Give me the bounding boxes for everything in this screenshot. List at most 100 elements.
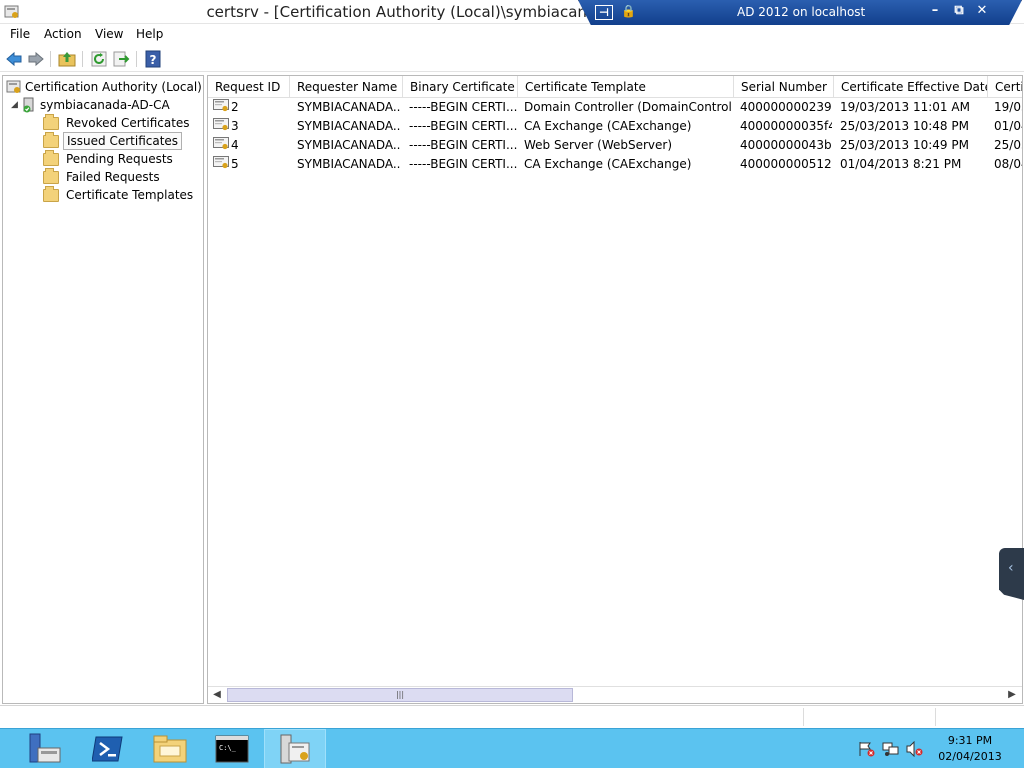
column-certificate-template[interactable]: Certificate Template [518,76,734,97]
horizontal-scrollbar[interactable]: ◀ ||| ▶ [208,686,1022,703]
column-request-id[interactable]: Request ID [208,76,290,97]
refresh-icon[interactable] [89,49,109,69]
tree-item-label: Revoked Certificates [66,116,190,130]
column-certificate-expiration[interactable]: Certif [988,76,1022,97]
cell-request-id: 3 [231,119,239,133]
taskbar-command-prompt[interactable]: C:\_ [202,729,264,768]
pin-icon[interactable]: ⊣ [595,5,613,20]
cell-expiration-date: 19/03 [994,100,1022,114]
tree-item-certificate-templates[interactable]: Certificate Templates [43,185,196,204]
remote-session-title: AD 2012 on localhost [737,5,866,19]
certificate-icon [213,99,229,112]
close-icon[interactable]: ✕ [974,3,990,18]
tree-item-label: Issued Certificates [63,132,183,150]
tree-root-certification-authority[interactable]: Certification Authority (Local) [6,78,202,96]
cell-binary-certificate: -----BEGIN CERTI... [409,100,517,114]
command-prompt-icon: C:\_ [215,735,249,763]
cell-effective-date: 25/03/2013 10:49 PM [840,138,969,152]
clock-time: 9:31 PM [947,734,993,747]
table-row[interactable]: 4 SYMBIACANADA... -----BEGIN CERTI... We… [208,136,1022,155]
table-row[interactable]: 5 SYMBIACANADA... -----BEGIN CERTI... CA… [208,155,1022,174]
back-arrow-icon[interactable] [4,49,24,69]
results-list: Request ID Requester Name Binary Certifi… [207,75,1023,704]
scroll-right-arrow-icon[interactable]: ▶ [1004,688,1020,702]
network-icon[interactable] [882,741,900,757]
status-separator [803,708,804,726]
certificate-icon [213,137,229,150]
scrollbar-thumb[interactable]: ||| [227,688,573,702]
cell-binary-certificate: -----BEGIN CERTI... [409,157,517,171]
taskbar-powershell[interactable] [78,729,140,768]
certsrv-taskbar-icon [280,734,310,764]
up-folder-icon[interactable] [57,49,77,69]
menu-bar: File Action View Help [0,25,1024,45]
cell-requester-name: SYMBIACANADA... [297,138,401,152]
column-effective-date[interactable]: Certificate Effective Date [834,76,988,97]
side-panel-tab[interactable]: ‹ [999,548,1024,600]
toolbar-separator [82,51,83,67]
menu-file[interactable]: File [10,27,30,41]
forward-arrow-icon[interactable] [26,49,46,69]
cell-expiration-date: 25/03 [994,138,1022,152]
tree-item-label: Failed Requests [66,170,160,184]
cell-expiration-date: 01/04 [994,119,1022,133]
cell-effective-date: 25/03/2013 10:48 PM [840,119,969,133]
column-header-row: Request ID Requester Name Binary Certifi… [208,76,1022,98]
tree-item-label: Pending Requests [66,152,173,166]
minimize-icon[interactable]: – [927,3,943,18]
collapse-triangle-icon[interactable]: ◢ [11,100,21,110]
cell-request-id: 4 [231,138,239,152]
taskbar-certsrv[interactable] [264,729,326,768]
restore-icon[interactable]: ⧉ [951,3,967,18]
tree-item-revoked-certificates[interactable]: Revoked Certificates [43,113,193,132]
folder-icon [43,131,59,148]
cell-certificate-template: CA Exchange (CAExchange) [524,119,692,133]
cell-binary-certificate: -----BEGIN CERTI... [409,119,517,133]
column-binary-certificate[interactable]: Binary Certificate [403,76,518,97]
taskbar-clock[interactable]: 9:31 PM 02/04/2013 [934,733,1006,765]
powershell-icon [92,736,123,762]
remote-desktop-bar: ⊣ 🔒 AD 2012 on localhost – ⧉ ✕ [578,0,1022,26]
tree-item-issued-certificates[interactable]: Issued Certificates [43,131,183,150]
column-requester-name[interactable]: Requester Name [290,76,403,97]
folder-icon [43,185,59,202]
scroll-left-arrow-icon[interactable]: ◀ [209,688,225,702]
file-explorer-icon [153,735,187,763]
tree-item-ca[interactable]: ◢ symbiacanada-AD-CA [11,96,170,114]
cell-requester-name: SYMBIACANADA... [297,100,401,114]
menu-action[interactable]: Action [44,27,82,41]
menu-help[interactable]: Help [136,27,163,41]
server-manager-icon [29,733,61,763]
cell-serial-number: 400000000239b... [740,100,832,114]
taskbar-file-explorer[interactable] [140,729,202,768]
ca-server-icon [23,97,34,113]
cell-request-id: 2 [231,100,239,114]
certificate-icon [213,156,229,169]
toolbar: ? [0,46,1024,72]
toolbar-separator [50,51,51,67]
taskbar: C:\_ 9:31 PM 02/04/2013 [0,728,1024,768]
cell-request-id: 5 [231,157,239,171]
lock-icon: 🔒 [621,4,636,18]
tree-item-failed-requests[interactable]: Failed Requests [43,167,163,186]
cell-requester-name: SYMBIACANADA... [297,119,401,133]
export-list-icon[interactable] [111,49,131,69]
status-separator [935,708,936,726]
column-serial-number[interactable]: Serial Number [734,76,834,97]
clock-date: 02/04/2013 [938,750,1002,763]
svg-text:?: ? [150,53,157,67]
action-center-flag-icon[interactable] [858,741,876,757]
cell-serial-number: 4000000005124... [740,157,832,171]
folder-icon [43,113,59,130]
menu-view[interactable]: View [95,27,123,41]
tree-item-pending-requests[interactable]: Pending Requests [43,149,176,168]
help-icon[interactable]: ? [143,49,163,69]
cell-effective-date: 19/03/2013 11:01 AM [840,100,970,114]
chevron-left-icon: ‹ [1008,560,1014,576]
speaker-muted-icon[interactable] [906,740,924,758]
table-row[interactable]: 3 SYMBIACANADA... -----BEGIN CERTI... CA… [208,117,1022,136]
table-row[interactable]: 2 SYMBIACANADA... -----BEGIN CERTI... Do… [208,98,1022,117]
tree-root-label: Certification Authority (Local) [25,80,202,94]
console-tree: Certification Authority (Local) ◢ symbia… [2,75,204,704]
taskbar-server-manager[interactable] [14,729,76,768]
